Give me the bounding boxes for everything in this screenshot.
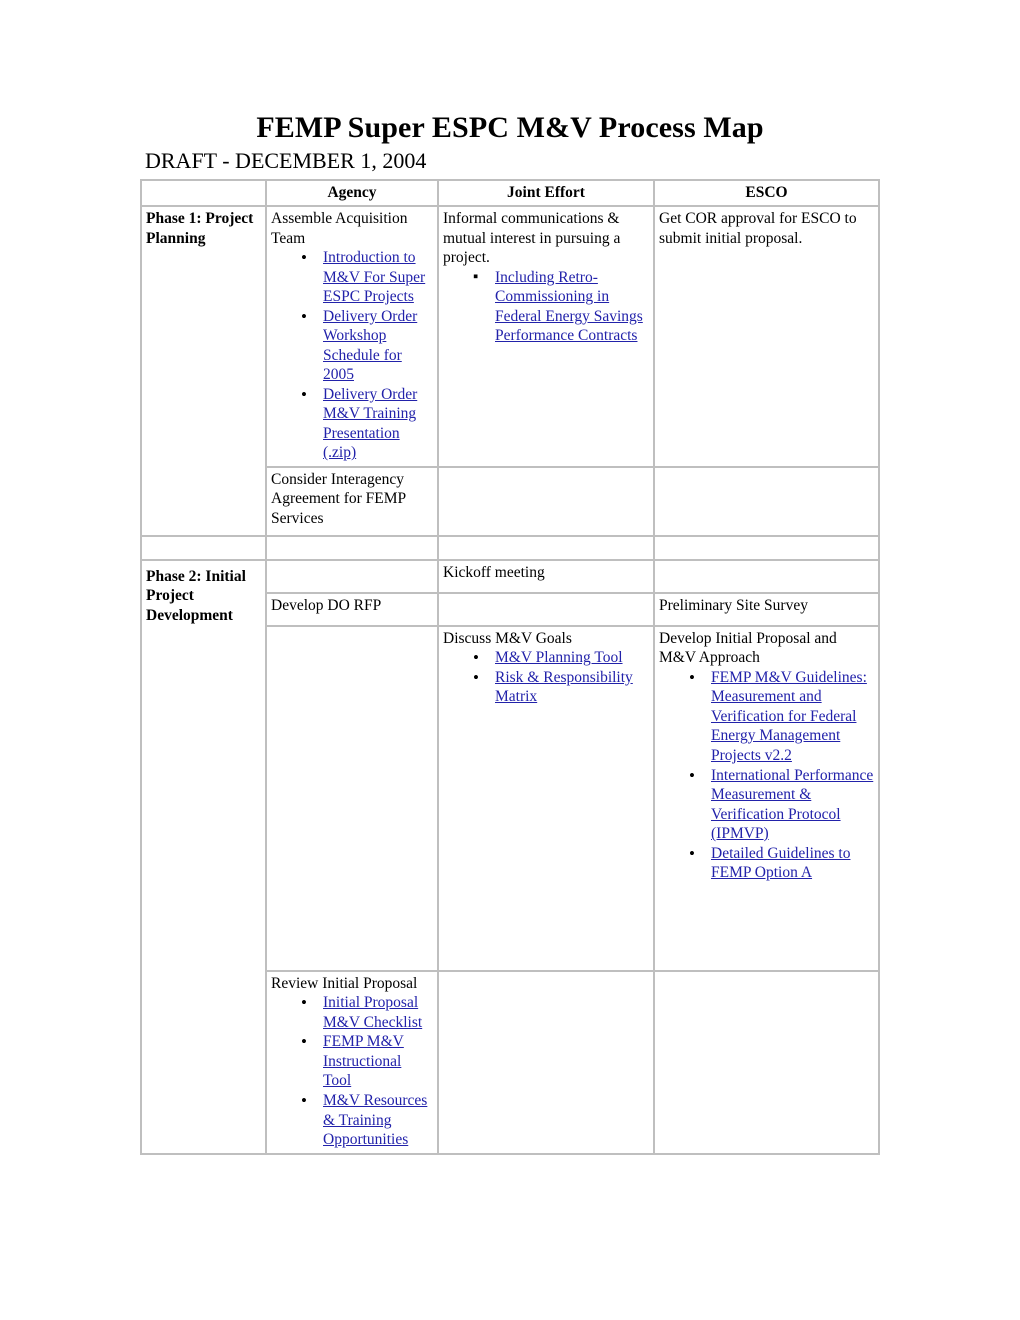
link-list: FEMP M&V Guidelines: Measurement and Ver… bbox=[659, 667, 874, 883]
list-item: M&V Planning Tool bbox=[473, 647, 649, 668]
table-row: Phase 1: Project Planning Assemble Acqui… bbox=[141, 206, 879, 536]
cell-phase2-joint-3: Discuss M&V Goals M&V Planning Tool Risk… bbox=[438, 625, 654, 971]
document-page: FEMP Super ESPC M&V Process Map DRAFT - … bbox=[0, 0, 1020, 1320]
process-map-table: Agency Joint Effort ESCO Phase 1: Projec… bbox=[140, 178, 880, 1155]
link-including-retro-commissioning[interactable]: Including Retro-Commissioning in Federal… bbox=[495, 269, 643, 345]
cell-heading: Discuss M&V Goals bbox=[443, 629, 572, 647]
cell-phase1-esco-2 bbox=[654, 466, 879, 536]
link-list: Introduction to M&V For Super ESPC Proje… bbox=[271, 247, 433, 463]
link-delivery-order-workshop-schedule[interactable]: Delivery Order Workshop Schedule for 200… bbox=[323, 308, 417, 384]
cell-phase2-esco-3: Develop Initial Proposal and M&V Approac… bbox=[654, 625, 879, 971]
list-item: International Performance Measurement & … bbox=[689, 765, 874, 844]
link-list: Initial Proposal M&V Checklist FEMP M&V … bbox=[271, 992, 433, 1150]
cell-phase2-joint-1: Kickoff meeting bbox=[438, 559, 654, 593]
cell-phase2-agency-1 bbox=[266, 559, 438, 593]
header-cell-joint-effort: Joint Effort bbox=[438, 179, 654, 207]
cell-heading: Develop Initial Proposal and M&V Approac… bbox=[659, 629, 837, 667]
cell-phase1-joint: Informal communications & mutual interes… bbox=[438, 206, 654, 467]
link-femp-mv-guidelines[interactable]: FEMP M&V Guidelines: Measurement and Ver… bbox=[711, 669, 867, 764]
divider-cell-joint bbox=[438, 535, 654, 560]
list-item: Delivery Order M&V Training Presentation… bbox=[301, 384, 433, 463]
cell-phase1-joint-2 bbox=[438, 466, 654, 536]
cell-phase2-esco-4 bbox=[654, 970, 879, 1154]
title-block: FEMP Super ESPC M&V Process Map DRAFT - … bbox=[0, 0, 1020, 174]
list-item: Including Retro-Commissioning in Federal… bbox=[473, 268, 649, 346]
phase-label-phase-2: Phase 2: Initial Project Development bbox=[141, 559, 266, 1154]
link-femp-mv-instructional-tool[interactable]: FEMP M&V Instructional Tool bbox=[323, 1033, 404, 1089]
divider-cell-esco bbox=[654, 535, 879, 560]
list-item: Delivery Order Workshop Schedule for 200… bbox=[301, 306, 433, 385]
link-introduction-to-mv[interactable]: Introduction to M&V For Super ESPC Proje… bbox=[323, 249, 425, 305]
divider-cell-phase bbox=[141, 535, 266, 560]
cell-phase2-joint-2 bbox=[438, 592, 654, 626]
phase-divider-row bbox=[141, 535, 879, 560]
cell-heading: Get COR approval for ESCO to submit init… bbox=[659, 210, 857, 247]
link-mv-planning-tool[interactable]: M&V Planning Tool bbox=[495, 649, 623, 666]
cell-phase2-agency-3 bbox=[266, 625, 438, 971]
page-title: FEMP Super ESPC M&V Process Map bbox=[256, 111, 764, 144]
table-row: Phase 2: Initial Project Development Kic… bbox=[141, 559, 879, 1154]
link-delivery-order-mv-training[interactable]: Delivery Order M&V Training Presentation… bbox=[323, 386, 417, 462]
list-item: Introduction to M&V For Super ESPC Proje… bbox=[301, 247, 433, 307]
cell-phase2-agency-4: Review Initial Proposal Initial Proposal… bbox=[266, 970, 438, 1154]
link-detailed-guidelines-option-a[interactable]: Detailed Guidelines to FEMP Option A bbox=[711, 845, 850, 882]
list-item: Risk & Responsibility Matrix bbox=[473, 667, 649, 707]
cell-phase1-agency: Assemble Acquisition Team Introduction t… bbox=[266, 206, 438, 467]
cell-phase1-esco: Get COR approval for ESCO to submit init… bbox=[654, 206, 879, 467]
list-item: Detailed Guidelines to FEMP Option A bbox=[689, 843, 874, 883]
list-item: M&V Resources & Training Opportunities bbox=[301, 1090, 433, 1150]
list-item: FEMP M&V Instructional Tool bbox=[301, 1031, 433, 1091]
link-initial-proposal-mv-checklist[interactable]: Initial Proposal M&V Checklist bbox=[323, 994, 422, 1031]
cell-heading: Assemble Acquisition Team bbox=[271, 210, 408, 247]
cell-phase2-joint-4 bbox=[438, 970, 654, 1154]
cell-heading: Consider Interagency Agreement for FEMP … bbox=[271, 470, 406, 527]
document-subtitle: DRAFT - DECEMBER 1, 2004 bbox=[145, 148, 427, 174]
table-header-row: Agency Joint Effort ESCO bbox=[141, 179, 879, 207]
header-cell-esco: ESCO bbox=[654, 179, 879, 207]
cell-heading: Informal communications & mutual interes… bbox=[443, 210, 621, 267]
cell-phase1-agency-2: Consider Interagency Agreement for FEMP … bbox=[266, 466, 438, 536]
phase-label-phase-1: Phase 1: Project Planning bbox=[141, 206, 266, 536]
header-cell-phase bbox=[141, 179, 266, 207]
list-item: Initial Proposal M&V Checklist bbox=[301, 992, 433, 1032]
cell-phase2-esco-1 bbox=[654, 559, 879, 593]
header-cell-agency: Agency bbox=[266, 179, 438, 207]
cell-phase2-esco-2: Preliminary Site Survey bbox=[654, 592, 879, 626]
divider-cell-agency bbox=[266, 535, 438, 560]
link-risk-responsibility-matrix[interactable]: Risk & Responsibility Matrix bbox=[495, 669, 633, 706]
list-item: FEMP M&V Guidelines: Measurement and Ver… bbox=[689, 667, 874, 766]
cell-heading: Review Initial Proposal bbox=[271, 974, 418, 992]
link-list: Including Retro-Commissioning in Federal… bbox=[443, 268, 649, 346]
link-ipmvp[interactable]: International Performance Measurement & … bbox=[711, 767, 873, 843]
cell-phase2-agency-2: Develop DO RFP bbox=[266, 592, 438, 626]
link-mv-resources-training[interactable]: M&V Resources & Training Opportunities bbox=[323, 1092, 427, 1148]
link-list: M&V Planning Tool Risk & Responsibility … bbox=[443, 647, 649, 707]
